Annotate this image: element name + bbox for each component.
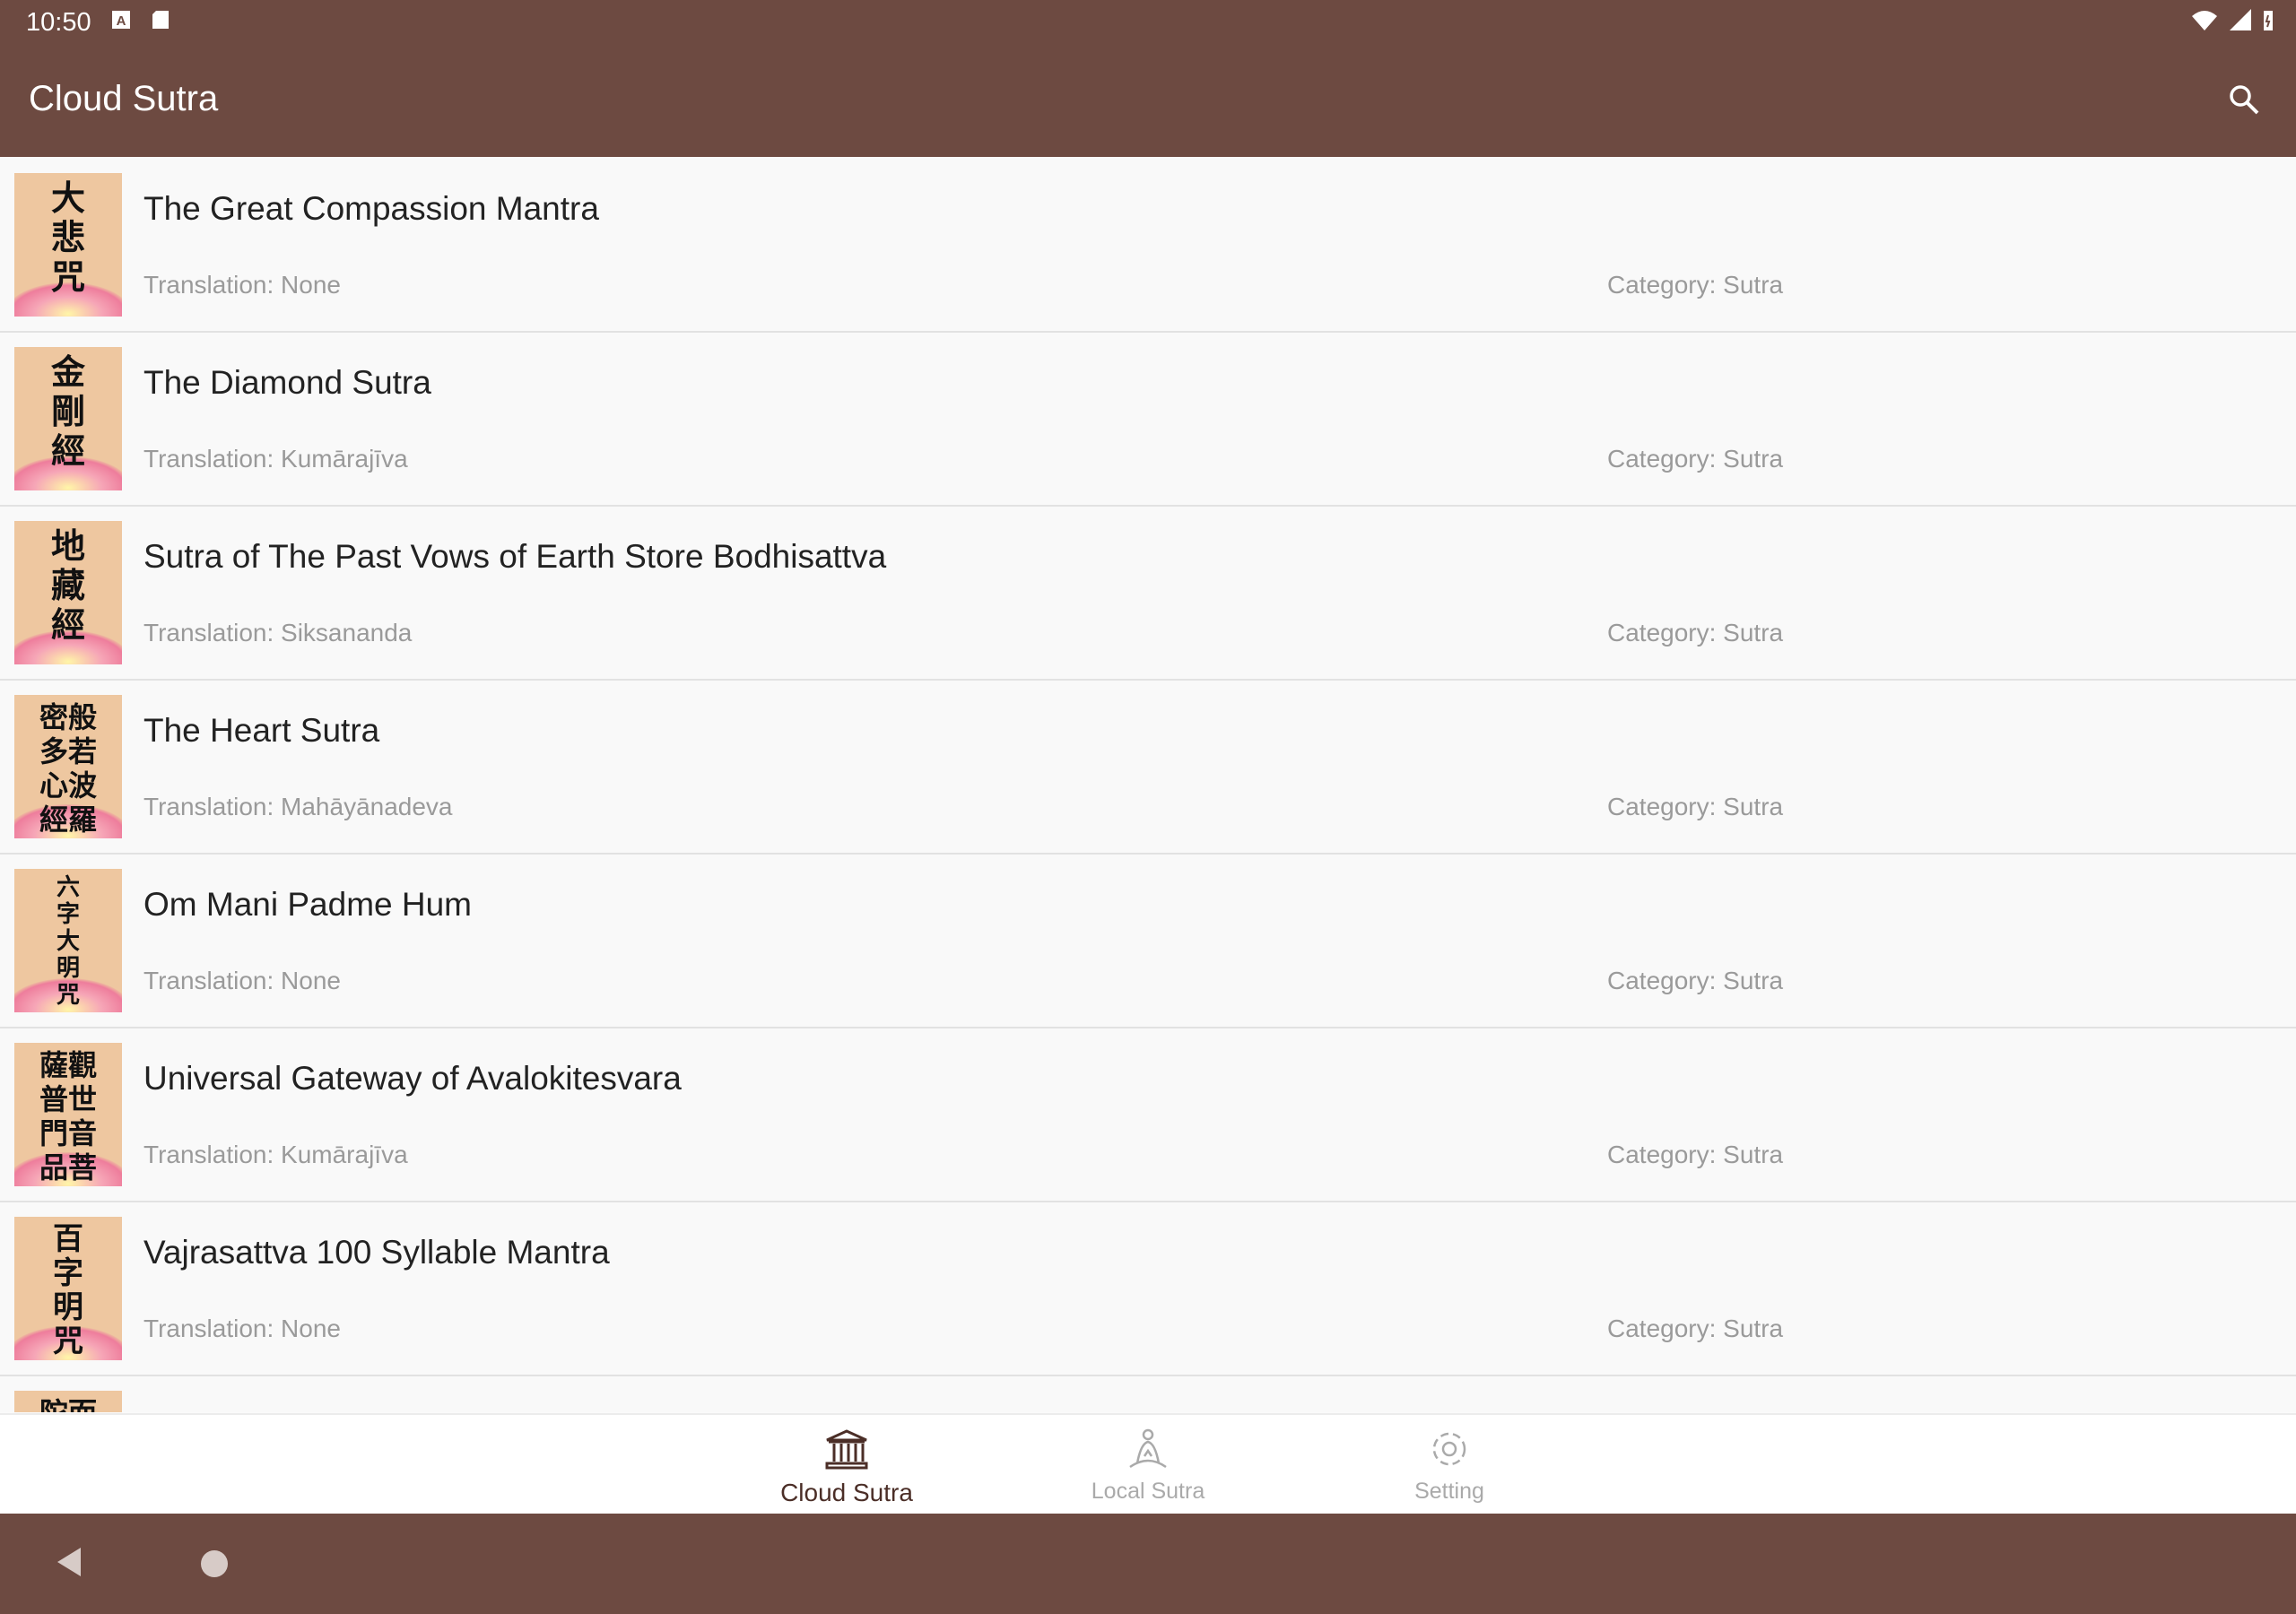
- sutra-translation: Translation: None: [144, 1315, 341, 1342]
- sd-card-icon: [151, 9, 170, 35]
- system-navigation-bar: [0, 1514, 2296, 1614]
- sutra-category: Category: Sutra: [1607, 271, 1784, 299]
- sutra-cover-image: 陀而: [14, 1391, 122, 1412]
- font-icon: A: [111, 9, 131, 35]
- sutra-title: The Diamond Sutra: [144, 364, 431, 401]
- sutra-cover-image: 密般 多若 心波 經羅: [14, 695, 122, 838]
- sutra-category: Category: Sutra: [1607, 793, 1784, 820]
- sutra-row[interactable]: 大 悲 咒 The Great Compassion Mantra Transl…: [0, 159, 2296, 333]
- cover-text: 密般 多若 心波 經羅: [39, 700, 97, 837]
- tab-label: Setting: [1414, 1479, 1484, 1504]
- sutra-cover-image: 地 藏 經: [14, 521, 122, 664]
- sutra-row[interactable]: 地 藏 經 Sutra of The Past Vows of Earth St…: [0, 507, 2296, 681]
- sutra-title: Vajrasattva 100 Syllable Mantra: [144, 1234, 610, 1271]
- tab-setting[interactable]: Setting: [1342, 1427, 1557, 1505]
- cover-text: 陀而: [14, 1396, 122, 1412]
- sutra-translation: Translation: Kumārajīva: [144, 1141, 408, 1168]
- tab-label: Cloud Sutra: [780, 1479, 913, 1506]
- battery-icon: [2262, 9, 2274, 37]
- sutra-cover-image: 薩觀 普世 門音 品菩: [14, 1043, 122, 1186]
- cover-text: 金 剛 經: [50, 351, 85, 471]
- sutra-row[interactable]: 陀而: [0, 1376, 2296, 1412]
- sutra-list[interactable]: 大 悲 咒 The Great Compassion Mantra Transl…: [0, 159, 2296, 1412]
- sutra-row[interactable]: 密般 多若 心波 經羅 The Heart Sutra Translation:…: [0, 681, 2296, 855]
- tab-local-sutra[interactable]: Local Sutra: [1040, 1427, 1256, 1505]
- sutra-title: The Great Compassion Mantra: [144, 190, 599, 227]
- search-icon: [2226, 82, 2262, 122]
- sutra-row[interactable]: 薩觀 普世 門音 品菩 Universal Gateway of Avaloki…: [0, 1028, 2296, 1202]
- sutra-cover-image: 大 悲 咒: [14, 173, 122, 317]
- search-button[interactable]: [2217, 74, 2271, 128]
- sutra-category: Category: Sutra: [1607, 1141, 1784, 1168]
- sutra-title: Sutra of The Past Vows of Earth Store Bo…: [144, 538, 887, 575]
- wifi-icon: [2190, 9, 2219, 37]
- sutra-cover-image: 金 剛 經: [14, 347, 122, 490]
- tab-cloud-sutra[interactable]: Cloud Sutra: [739, 1427, 954, 1507]
- page-title: Cloud Sutra: [29, 79, 219, 118]
- sutra-title: Om Mani Padme Hum: [144, 886, 472, 923]
- sutra-row[interactable]: 金 剛 經 The Diamond Sutra Translation: Kum…: [0, 333, 2296, 507]
- sutra-translation: Translation: None: [144, 271, 341, 299]
- cover-text: 薩觀 普世 門音 品菩: [39, 1048, 97, 1184]
- gear-icon: [1426, 1432, 1473, 1474]
- temple-icon: [823, 1429, 870, 1474]
- sutra-translation: Translation: Siksananda: [144, 619, 413, 646]
- tab-label: Local Sutra: [1091, 1479, 1205, 1504]
- sutra-title: Universal Gateway of Avalokitesvara: [144, 1060, 682, 1097]
- cover-text: 大 悲 咒: [50, 178, 85, 297]
- signal-icon: [2228, 9, 2253, 37]
- status-bar: 10:50 A: [0, 0, 2296, 45]
- sutra-category: Category: Sutra: [1607, 1315, 1784, 1342]
- back-icon[interactable]: [56, 1546, 83, 1583]
- home-icon[interactable]: [201, 1550, 228, 1577]
- cover-text: 地 藏 經: [50, 525, 85, 645]
- sutra-translation: Translation: None: [144, 967, 341, 994]
- cover-text: 百 字 明 咒: [53, 1221, 83, 1359]
- status-time: 10:50: [26, 8, 91, 37]
- meditation-icon: [1125, 1428, 1171, 1474]
- sutra-row[interactable]: 六 字 大 明 咒 Om Mani Padme Hum Translation:…: [0, 855, 2296, 1028]
- app-bar: Cloud Sutra: [0, 45, 2296, 157]
- sutra-row[interactable]: 百 字 明 咒 Vajrasattva 100 Syllable Mantra …: [0, 1202, 2296, 1376]
- sutra-category: Category: Sutra: [1607, 619, 1784, 646]
- sutra-category: Category: Sutra: [1607, 445, 1784, 473]
- svg-text:A: A: [117, 13, 126, 29]
- sutra-category: Category: Sutra: [1607, 967, 1784, 994]
- sutra-translation: Translation: Kumārajīva: [144, 445, 408, 473]
- sutra-cover-image: 六 字 大 明 咒: [14, 869, 122, 1012]
- cover-text: 六 字 大 明 咒: [56, 874, 80, 1009]
- sutra-cover-image: 百 字 明 咒: [14, 1217, 122, 1360]
- sutra-title: The Heart Sutra: [144, 712, 380, 749]
- sutra-translation: Translation: Mahāyānadeva: [144, 793, 453, 820]
- bottom-navigation: Cloud Sutra Local Sutra Setting: [0, 1413, 2296, 1514]
